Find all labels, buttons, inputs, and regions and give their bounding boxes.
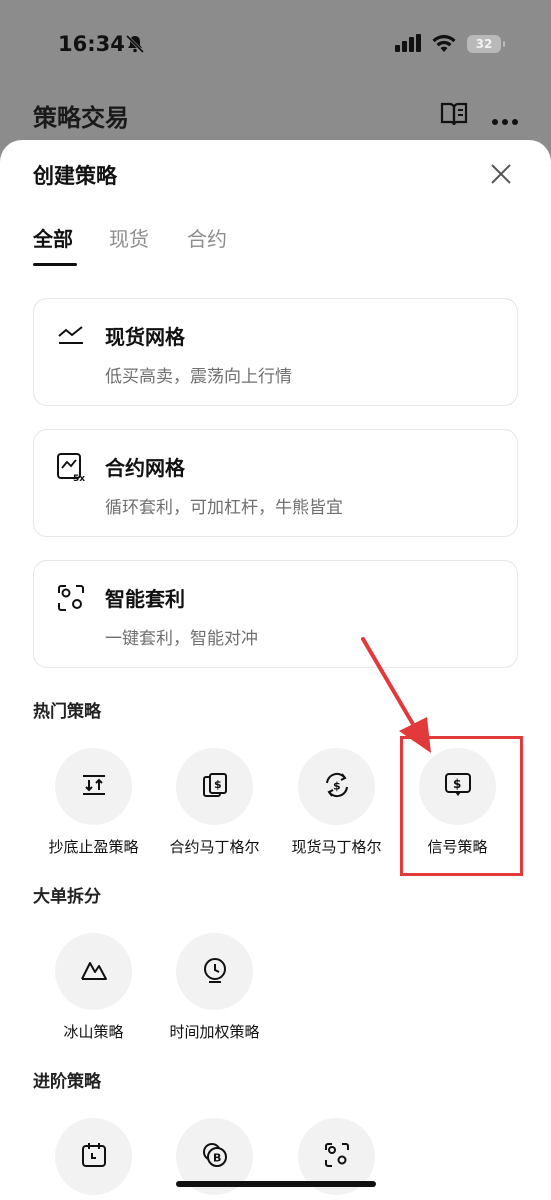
strategy-icon-circle xyxy=(55,748,132,825)
strategy-advanced-2[interactable]: B xyxy=(154,1118,275,1200)
strategy-iceberg[interactable]: 冰山策略 xyxy=(33,933,154,1053)
calendar-clock-icon xyxy=(80,1141,108,1173)
bell-off-icon xyxy=(124,33,146,59)
strategy-icon-circle: $ xyxy=(298,748,375,825)
card-spot-grid[interactable]: 现货网格 低买高卖，震荡向上行情 xyxy=(33,298,518,406)
section-title-popular: 热门策略 xyxy=(33,702,101,722)
section-title-advanced: 进阶策略 xyxy=(33,1072,101,1092)
page-title: 策略交易 xyxy=(33,104,129,132)
section-title-split: 大单拆分 xyxy=(33,887,101,907)
strategy-advanced-3[interactable] xyxy=(276,1118,397,1200)
card-futures-grid[interactable]: 5x 合约网格 循环套利，可加杠杆，牛熊皆宜 xyxy=(33,429,518,537)
status-bar: 16:34 32 策略交易 xyxy=(0,0,551,132)
tab-bar: 全部 现货 合约 xyxy=(33,223,333,269)
strategy-icon-circle xyxy=(176,933,253,1010)
strategy-label: 冰山策略 xyxy=(63,1023,124,1041)
svg-text:$: $ xyxy=(214,778,222,791)
more-icon[interactable] xyxy=(491,111,519,130)
battery-indicator: 32 xyxy=(467,35,505,53)
close-icon[interactable] xyxy=(489,162,513,190)
card-subtitle: 循环套利，可加杠杆，牛熊皆宜 xyxy=(105,498,343,518)
buy-dip-icon xyxy=(81,774,107,800)
svg-text:5x: 5x xyxy=(73,474,85,482)
tab-spot[interactable]: 现货 xyxy=(109,223,149,252)
iceberg-icon xyxy=(80,958,108,986)
card-subtitle: 低买高卖，震荡向上行情 xyxy=(105,367,292,387)
strategy-label: 时间加权策略 xyxy=(169,1023,260,1041)
home-indicator xyxy=(176,1181,376,1187)
tab-all[interactable]: 全部 xyxy=(33,223,73,252)
strategy-spot-martingale[interactable]: $ 现货马丁格尔 xyxy=(276,748,397,868)
strategy-label: 合约马丁格尔 xyxy=(169,838,260,856)
annotation-arrow-icon xyxy=(355,635,435,759)
strategy-advanced-1[interactable] xyxy=(33,1118,154,1200)
strategy-twap[interactable]: 时间加权策略 xyxy=(154,933,275,1053)
futures-grid-icon: 5x xyxy=(56,452,86,484)
coin-stack-icon: B xyxy=(201,1141,229,1173)
create-strategy-sheet: 创建策略 全部 现货 合约 现货网格 低买高卖，震荡向上行情 5x 合约网格 循… xyxy=(0,140,551,1200)
card-title: 智能套利 xyxy=(105,587,185,611)
svg-text:$: $ xyxy=(333,779,341,792)
twap-clock-icon xyxy=(201,956,229,988)
futures-martingale-icon: $ xyxy=(202,772,228,802)
tab-futures[interactable]: 合约 xyxy=(187,223,227,252)
strategy-label: 现货马丁格尔 xyxy=(291,838,382,856)
svg-text:B: B xyxy=(213,1151,221,1164)
strategy-icon-circle xyxy=(55,1118,132,1195)
wifi-icon xyxy=(431,33,457,57)
spot-martingale-icon: $ xyxy=(323,771,351,803)
card-smart-arbitrage[interactable]: 智能套利 一键套利，智能对冲 xyxy=(33,560,518,668)
strategy-buy-dip[interactable]: 抄底止盈策略 xyxy=(33,748,154,868)
strategy-label: 抄底止盈策略 xyxy=(48,838,139,856)
card-title: 现货网格 xyxy=(105,325,185,349)
book-icon[interactable] xyxy=(440,101,468,131)
smart-arbitrage-icon xyxy=(56,583,86,613)
scan-arbitrage-icon xyxy=(323,1141,351,1173)
card-title: 合约网格 xyxy=(105,456,185,480)
cell-signal-icon xyxy=(395,34,423,56)
active-tab-indicator xyxy=(33,263,77,266)
status-time: 16:34 xyxy=(58,32,125,56)
strategy-icon-circle: $ xyxy=(176,748,253,825)
card-subtitle: 一键套利，智能对冲 xyxy=(105,629,258,649)
strategy-icon-circle xyxy=(55,933,132,1010)
spot-grid-icon xyxy=(56,321,86,351)
sheet-title: 创建策略 xyxy=(33,164,117,188)
strategy-futures-martingale[interactable]: $ 合约马丁格尔 xyxy=(154,748,275,868)
